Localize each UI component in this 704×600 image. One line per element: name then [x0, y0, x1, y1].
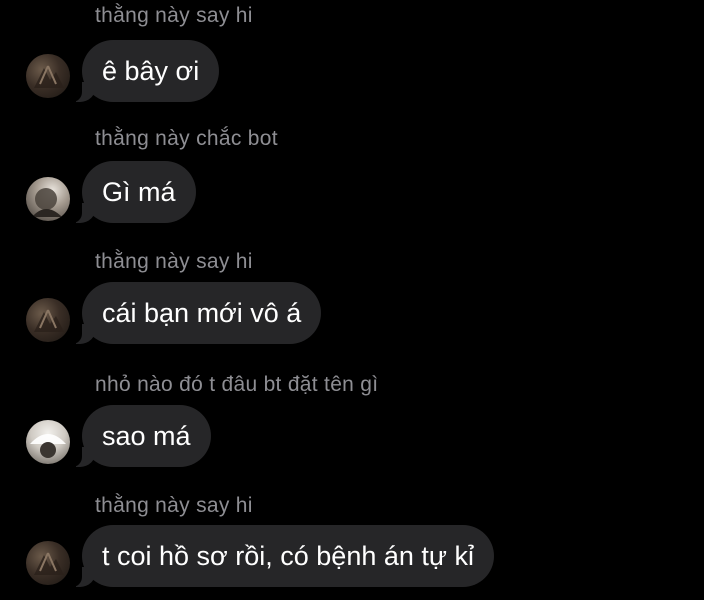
message-text: ê bây ơi [102, 56, 200, 86]
chat-thread: thằng này say hi ê bây ơi thằng này chắc… [0, 0, 704, 600]
sender-name: thằng này say hi [95, 250, 253, 273]
sender-name: thằng này say hi [95, 4, 253, 27]
message-bubble[interactable]: t coi hồ sơ rồi, có bệnh án tự kỉ [70, 525, 494, 587]
sender-name: thằng này say hi [95, 494, 253, 517]
message-text: t coi hồ sơ rồi, có bệnh án tự kỉ [102, 541, 474, 571]
sender-name: nhỏ nào đó t đâu bt đặt tên gì [95, 373, 379, 396]
sender-avatar[interactable] [26, 54, 70, 98]
sender-avatar[interactable] [26, 541, 70, 585]
sender-avatar[interactable] [26, 298, 70, 342]
message-bubble[interactable]: Gì má [70, 161, 196, 223]
sender-avatar[interactable] [26, 420, 70, 464]
sender-name: thằng này chắc bot [95, 127, 278, 150]
avatar-photo-icon [34, 309, 64, 332]
message-bubble[interactable]: sao má [70, 405, 211, 467]
avatar-photo-icon [34, 65, 64, 88]
message-text: cái bạn mới vô á [102, 298, 302, 328]
message-text: Gì má [102, 177, 176, 207]
message-bubble[interactable]: ê bây ơi [69, 40, 220, 102]
message-text: sao má [102, 421, 191, 451]
avatar-photo-icon [30, 434, 66, 458]
avatar-photo-icon [34, 552, 64, 575]
message-bubble[interactable]: cái bạn mới vô á [69, 282, 322, 344]
sender-avatar[interactable] [26, 177, 70, 221]
avatar-photo-icon [32, 188, 62, 217]
